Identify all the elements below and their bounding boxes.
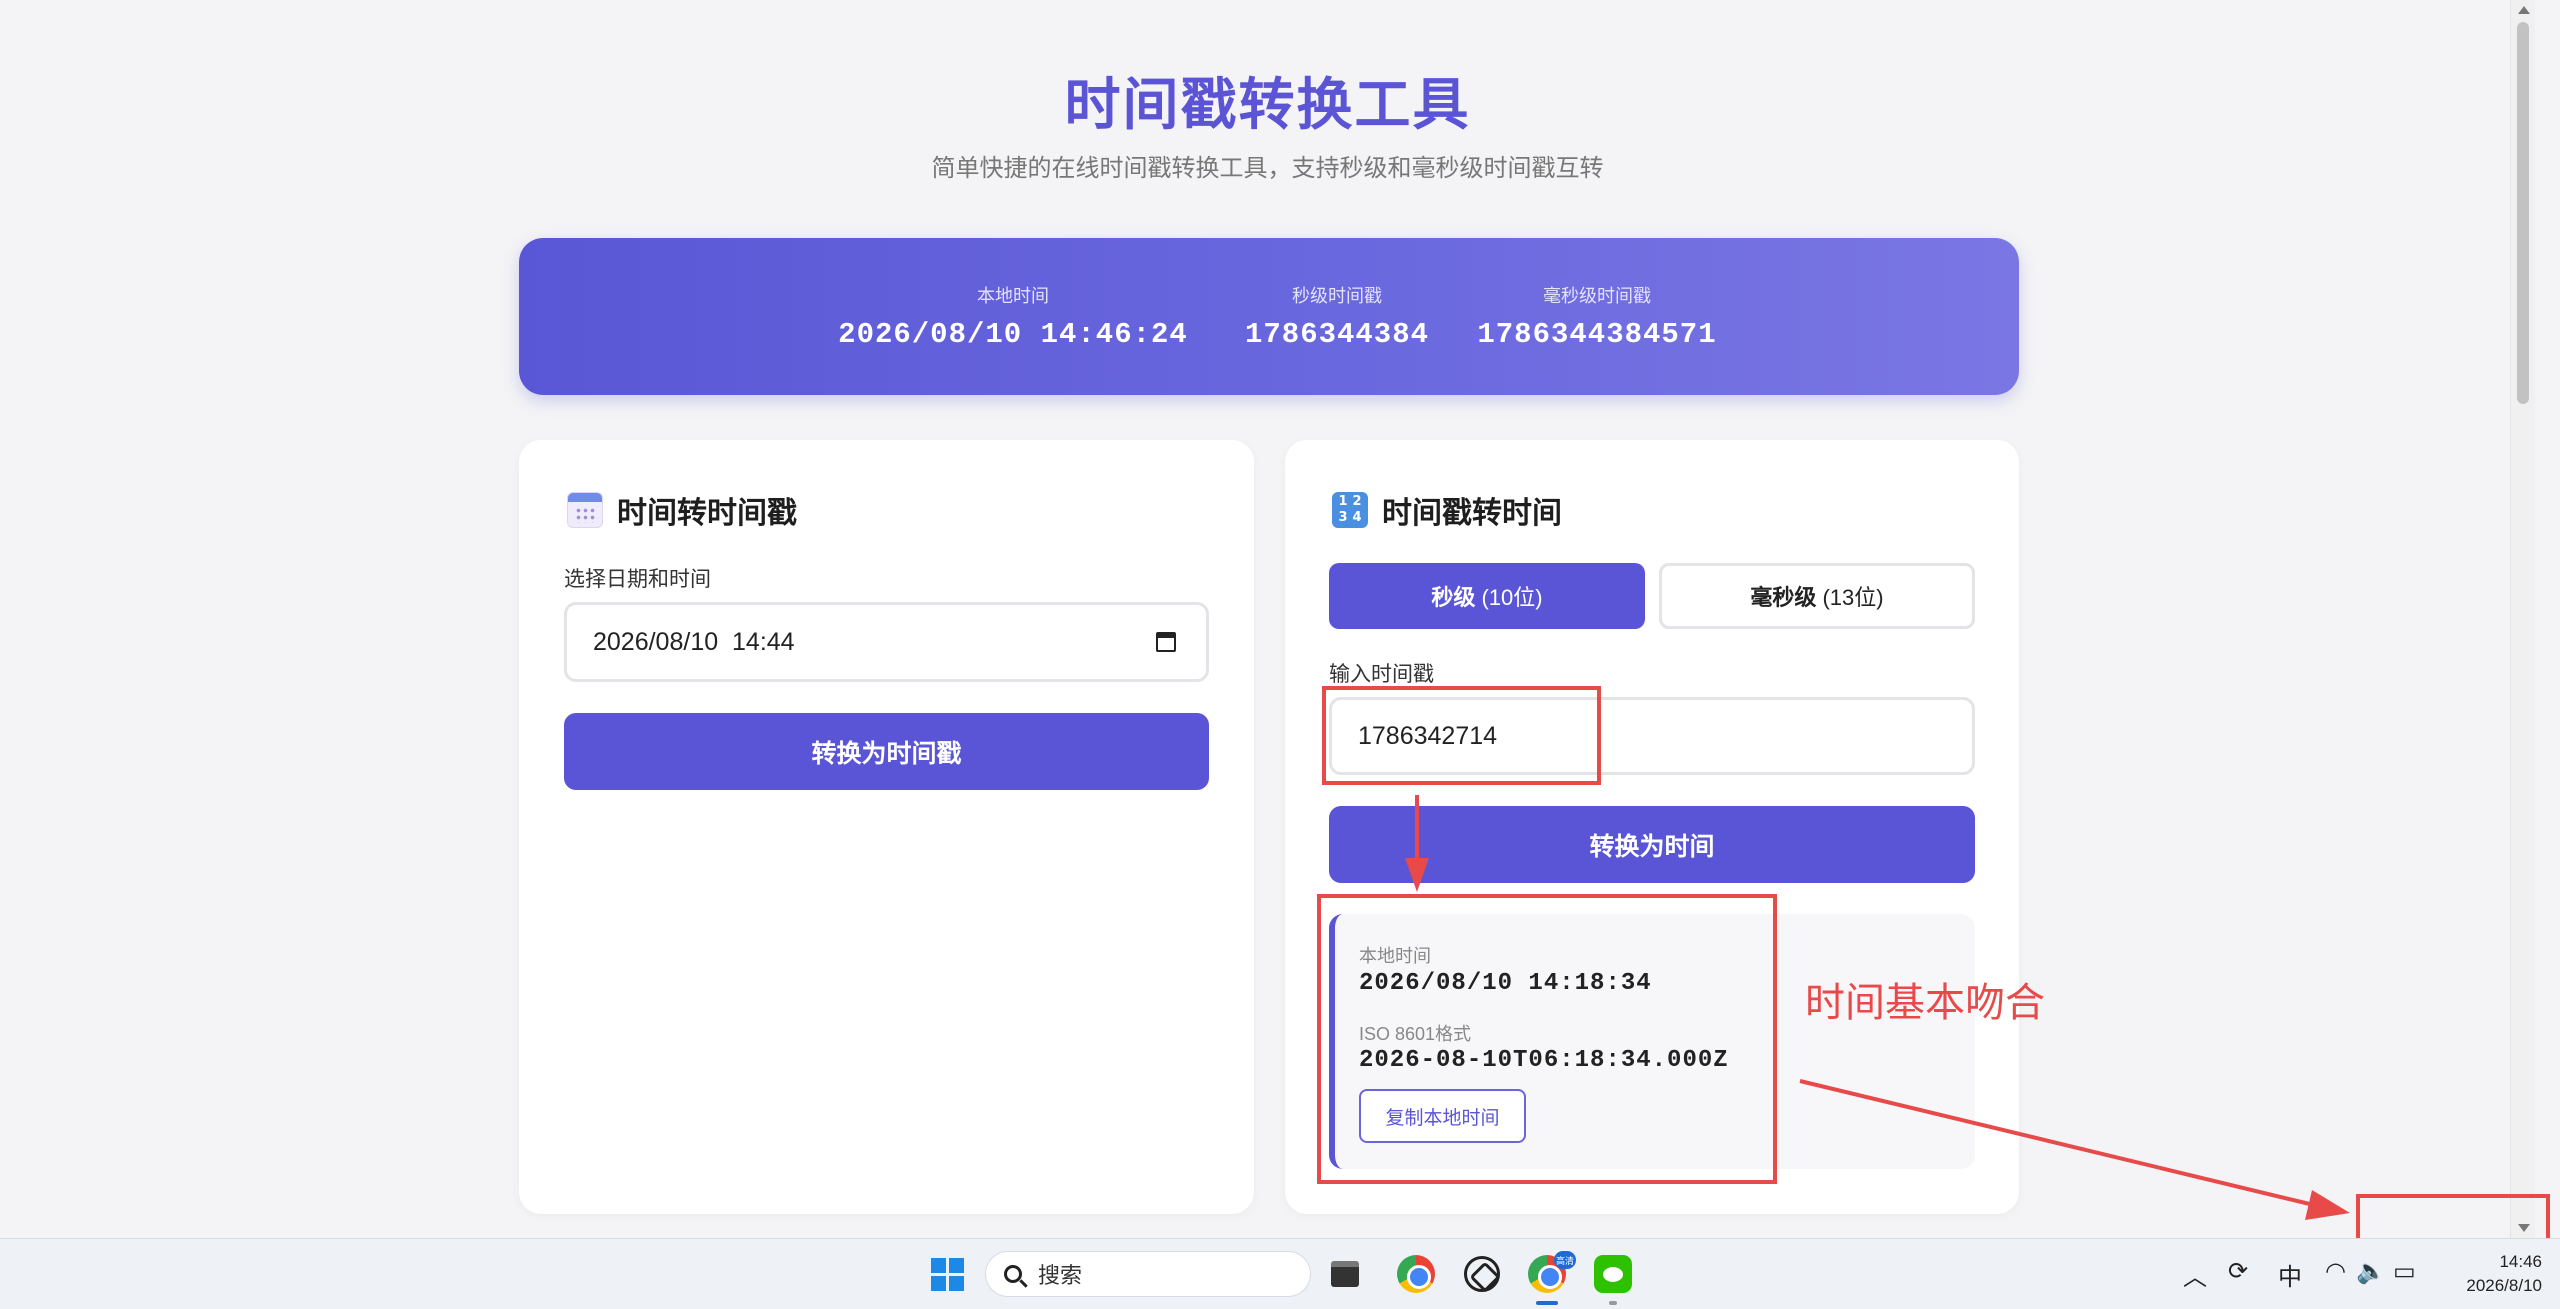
running-app-indicator — [1609, 1301, 1617, 1305]
taskbar-wechat[interactable] — [1588, 1249, 1638, 1305]
wifi-icon[interactable]: ◠ — [2325, 1257, 2346, 1285]
volume-icon[interactable]: 🔈 — [2356, 1257, 2386, 1285]
show-hidden-icons-chevron-icon[interactable]: ︿ — [2183, 1257, 2207, 1292]
taskbar-search[interactable]: 搜索 — [985, 1251, 1311, 1297]
chatgpt-icon — [1464, 1256, 1500, 1292]
chrome-profile-badge: 高清 — [1554, 1251, 1576, 1269]
battery-icon[interactable]: ▭ — [2393, 1257, 2416, 1285]
clock-date: 2026/8/10 — [2466, 1276, 2542, 1295]
taskbar-search-placeholder: 搜索 — [1038, 1263, 1083, 1288]
system-clock[interactable]: 14:46 2026/8/10 — [2466, 1250, 2542, 1298]
taskbar: 搜索 高清 ︿ ⟳ 中 ◠ 🔈 ▭ 14:46 2026/8/10 — [0, 1238, 2560, 1309]
start-button[interactable] — [922, 1249, 972, 1299]
annotation-arrows — [1405, 795, 2350, 1220]
wechat-icon — [1594, 1255, 1632, 1293]
chrome-icon — [1397, 1255, 1435, 1293]
annotation-arrowhead-down — [1405, 858, 1429, 892]
sync-icon[interactable]: ⟳ — [2228, 1257, 2248, 1285]
taskbar-chatgpt[interactable] — [1457, 1249, 1507, 1299]
windows-logo-icon — [930, 1257, 964, 1291]
ime-indicator[interactable]: 中 — [2278, 1257, 2302, 1292]
annotation-arrowhead-right — [2305, 1190, 2350, 1220]
clock-time: 14:46 — [2499, 1252, 2542, 1271]
annotation-arrow-right — [1799, 1079, 2319, 1208]
task-view-button[interactable] — [1320, 1249, 1370, 1299]
active-app-indicator — [1536, 1301, 1558, 1305]
task-view-icon — [1331, 1261, 1359, 1287]
search-icon — [1004, 1265, 1022, 1283]
taskbar-chrome[interactable] — [1391, 1249, 1441, 1299]
taskbar-chrome-active[interactable]: 高清 — [1522, 1249, 1576, 1305]
